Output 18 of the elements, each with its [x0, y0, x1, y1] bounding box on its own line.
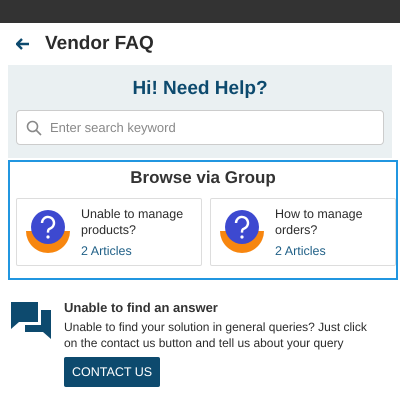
group-title: How to manage orders?: [275, 206, 364, 238]
chat-icon: [10, 301, 52, 341]
section-heading: Browse via Group: [129, 168, 277, 188]
search-field[interactable]: Enter search keyword: [16, 110, 384, 145]
help-heading: Hi! Need Help?: [131, 78, 269, 100]
article-count[interactable]: 2 Articles: [275, 244, 387, 258]
contact-heading: Unable to find an answer: [64, 300, 218, 315]
group-card[interactable]: How to manage orders? 2 Articles: [210, 198, 396, 266]
contact-text: Unable to find your solution in general queries? Just click on the contact us button and tell us about your query: [64, 319, 368, 351]
back-icon[interactable]: [16, 38, 30, 50]
article-count[interactable]: 2 Articles: [81, 244, 193, 258]
question-icon: [219, 209, 265, 255]
group-title: Unable to manage products?: [81, 206, 184, 238]
search-icon: [26, 120, 42, 136]
question-icon: [25, 209, 71, 255]
group-card[interactable]: Unable to manage products? 2 Articles: [16, 198, 202, 266]
page-title: Vendor FAQ: [45, 33, 154, 55]
contact-button[interactable]: CONTACT US: [64, 357, 160, 387]
